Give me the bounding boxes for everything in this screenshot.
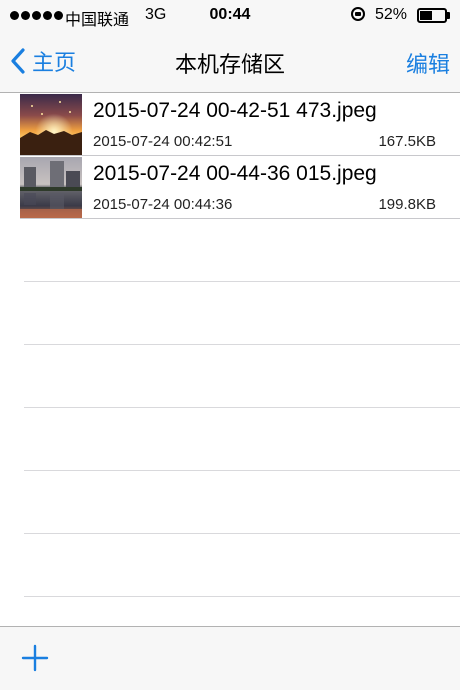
file-size: 167.5KB bbox=[378, 133, 436, 150]
orientation-lock-icon bbox=[351, 7, 365, 21]
battery-tip bbox=[447, 12, 450, 19]
file-name: 2015-07-24 00-42-51 473.jpeg bbox=[93, 99, 377, 122]
battery-percent: 52% bbox=[375, 6, 408, 23]
battery-icon bbox=[417, 8, 447, 23]
edit-button[interactable]: 编辑 bbox=[406, 47, 450, 79]
file-name: 2015-07-24 00-44-36 015.jpeg bbox=[93, 162, 377, 185]
lake-buildings-photo-thumbnail bbox=[20, 157, 82, 218]
empty-list-row bbox=[24, 471, 460, 534]
page-title: 本机存储区 bbox=[174, 52, 285, 77]
empty-list-row bbox=[24, 534, 460, 597]
file-size: 199.8KB bbox=[378, 196, 436, 213]
screen: 中国联通 3G 00:44 52% 主页 本机存储区 编辑 2015-07-24… bbox=[0, 0, 460, 690]
bottom-toolbar bbox=[0, 626, 460, 690]
empty-list-row bbox=[24, 282, 460, 345]
empty-list-row bbox=[24, 219, 460, 282]
plus-icon bbox=[21, 644, 49, 672]
file-date: 2015-07-24 00:42:51 bbox=[93, 133, 233, 150]
file-date: 2015-07-24 00:44:36 bbox=[93, 196, 233, 213]
add-button[interactable] bbox=[21, 644, 49, 672]
empty-list-row bbox=[24, 408, 460, 471]
sunset-photo-thumbnail bbox=[20, 94, 82, 155]
file-list: 2015-07-24 00-42-51 473.jpeg 2015-07-24 … bbox=[0, 93, 460, 597]
file-row[interactable]: 2015-07-24 00-44-36 015.jpeg 2015-07-24 … bbox=[20, 156, 460, 219]
status-bar: 中国联通 3G 00:44 52% bbox=[0, 0, 460, 32]
navigation-bar: 主页 本机存储区 编辑 bbox=[0, 32, 460, 93]
battery-level bbox=[420, 11, 432, 20]
empty-list-row bbox=[24, 345, 460, 408]
file-row[interactable]: 2015-07-24 00-42-51 473.jpeg 2015-07-24 … bbox=[20, 93, 460, 156]
